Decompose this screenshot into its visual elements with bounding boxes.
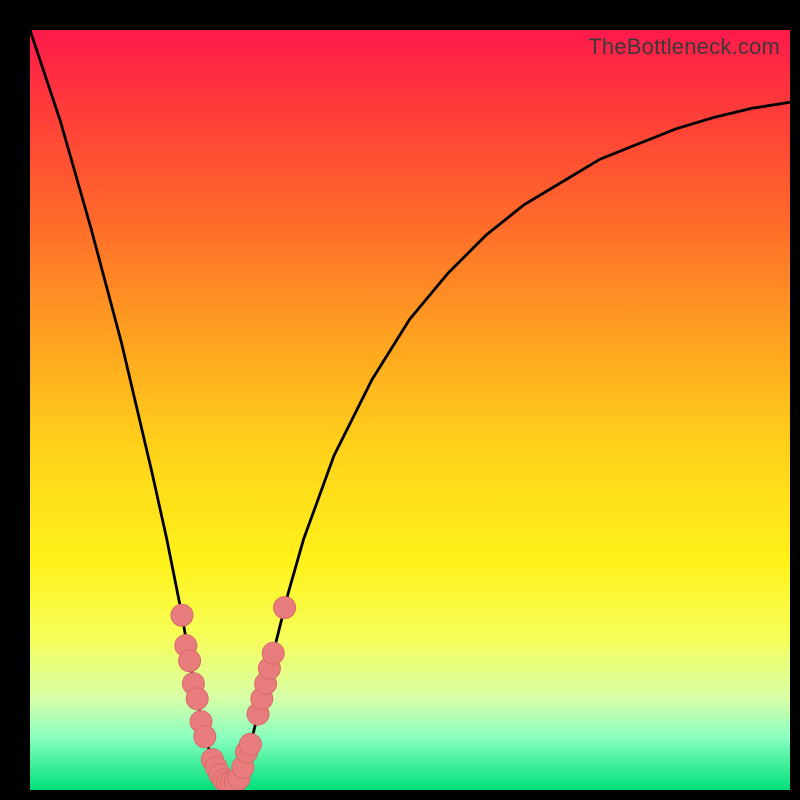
- bottleneck-curve: [30, 30, 790, 782]
- data-marker: [236, 741, 258, 763]
- data-marker: [217, 771, 239, 790]
- data-marker: [239, 733, 261, 755]
- data-marker: [262, 642, 284, 664]
- curve-layer: [30, 30, 790, 790]
- data-marker: [179, 650, 201, 672]
- watermark-text: TheBottleneck.com: [588, 34, 780, 60]
- marker-group: [171, 597, 296, 790]
- data-marker: [224, 771, 246, 790]
- data-marker: [190, 711, 212, 733]
- data-marker: [194, 726, 216, 748]
- data-marker: [220, 771, 242, 790]
- data-marker: [175, 635, 197, 657]
- data-marker: [205, 756, 227, 778]
- data-marker: [171, 604, 193, 626]
- data-marker: [201, 749, 223, 771]
- data-marker: [209, 764, 231, 786]
- data-marker: [182, 673, 204, 695]
- data-marker: [186, 688, 208, 710]
- data-marker: [228, 768, 250, 790]
- data-marker: [247, 703, 269, 725]
- data-marker: [258, 657, 280, 679]
- chart-frame: TheBottleneck.com: [0, 0, 800, 800]
- plot-area: TheBottleneck.com: [30, 30, 790, 790]
- data-marker: [251, 688, 273, 710]
- data-marker: [255, 673, 277, 695]
- data-marker: [274, 597, 296, 619]
- data-marker: [213, 769, 235, 790]
- data-marker: [232, 756, 254, 778]
